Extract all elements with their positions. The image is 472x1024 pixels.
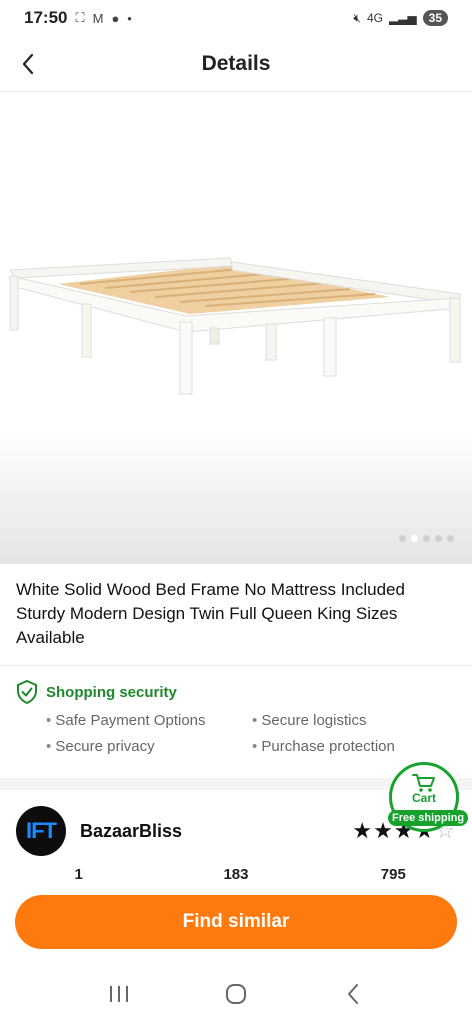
star-icon: ★: [352, 818, 374, 843]
chat-icon: ●: [111, 10, 120, 26]
seller-stat: 1: [74, 866, 83, 880]
cart-icon: [412, 774, 435, 792]
recent-apps-button[interactable]: [99, 974, 139, 1014]
security-item: Safe Payment Options: [46, 712, 252, 729]
screenshot-icon: ⛶: [75, 10, 85, 25]
status-time: 17:50: [24, 8, 68, 27]
seller-stat: 795: [380, 866, 406, 880]
product-image: [9, 257, 461, 395]
gallery-dot[interactable]: [423, 535, 430, 542]
seller-stat: 183: [223, 866, 249, 880]
seller-name[interactable]: BazaarBliss: [80, 821, 182, 842]
security-item: Secure logistics: [252, 712, 458, 729]
gmail-icon: M: [92, 10, 104, 26]
system-back-button[interactable]: [333, 974, 373, 1014]
gallery-dot[interactable]: [399, 535, 406, 542]
gallery-dots: [399, 535, 454, 542]
chevron-left-icon: [22, 53, 34, 75]
back-button[interactable]: [10, 46, 46, 82]
gallery-dot-active[interactable]: [411, 535, 418, 542]
security-item: Secure privacy: [46, 738, 252, 755]
divider: [0, 665, 472, 666]
dot-icon: •: [127, 10, 132, 26]
security-title: Shopping security: [46, 683, 177, 701]
seller-row[interactable]: IFT BazaarBliss ★★★★☆: [16, 800, 456, 862]
product-title: White Solid Wood Bed Frame No Mattress I…: [16, 580, 405, 647]
page-header: Details: [0, 36, 472, 92]
home-button[interactable]: [216, 974, 256, 1014]
mute-icon: 🔇︎: [353, 10, 361, 25]
status-bar: 17:50 ⛶ M ● • 🔇︎ 4G ▂▃▅ 35: [0, 0, 472, 36]
security-item: Purchase protection: [252, 738, 458, 755]
seller-stats: 1 183 795: [0, 866, 472, 880]
shield-check-icon: [17, 680, 37, 704]
cart-label: Cart: [411, 791, 436, 805]
seller-avatar[interactable]: IFT: [16, 806, 66, 856]
bottom-action-bar: Find similar: [0, 880, 472, 964]
page-title: Details: [201, 51, 271, 75]
product-gallery[interactable]: [0, 92, 472, 564]
find-similar-button[interactable]: Find similar: [15, 895, 457, 949]
gallery-dot[interactable]: [447, 535, 454, 542]
shopping-security[interactable]: Shopping security Safe Payment Options S…: [16, 680, 456, 755]
back-icon: [348, 984, 359, 1004]
system-nav-bar: [0, 964, 472, 1024]
free-shipping-badge: Free shipping: [388, 810, 469, 826]
signal-icon: ▂▃▅: [388, 11, 417, 25]
gallery-dot[interactable]: [435, 535, 442, 542]
network-label: 4G: [366, 11, 383, 25]
home-icon: [225, 984, 246, 1004]
recent-apps-icon: [109, 986, 128, 1002]
battery-badge: 35: [422, 10, 448, 26]
